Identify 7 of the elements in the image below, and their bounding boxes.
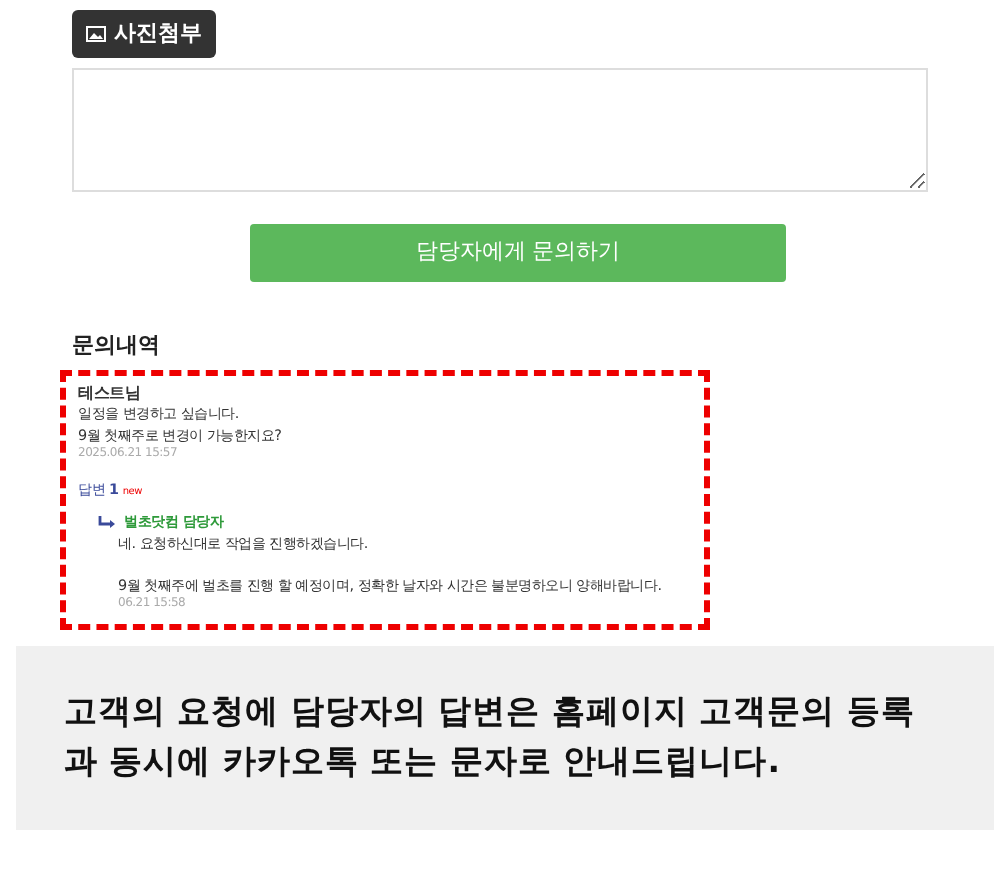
reply-arrow-icon [98,515,116,530]
caption-text: 고객의 요청에 담당자의 답변은 홈페이지 고객문의 등록과 동시에 카카오톡 또는 문자로 안내드립니다. [64,690,917,785]
message-field[interactable] [72,68,928,192]
attach-photo-button[interactable]: 사진첨부 [72,10,216,58]
author-name: 테스트님 [78,381,142,405]
image-icon [86,26,106,42]
section-title: 문의내역 [72,330,162,362]
